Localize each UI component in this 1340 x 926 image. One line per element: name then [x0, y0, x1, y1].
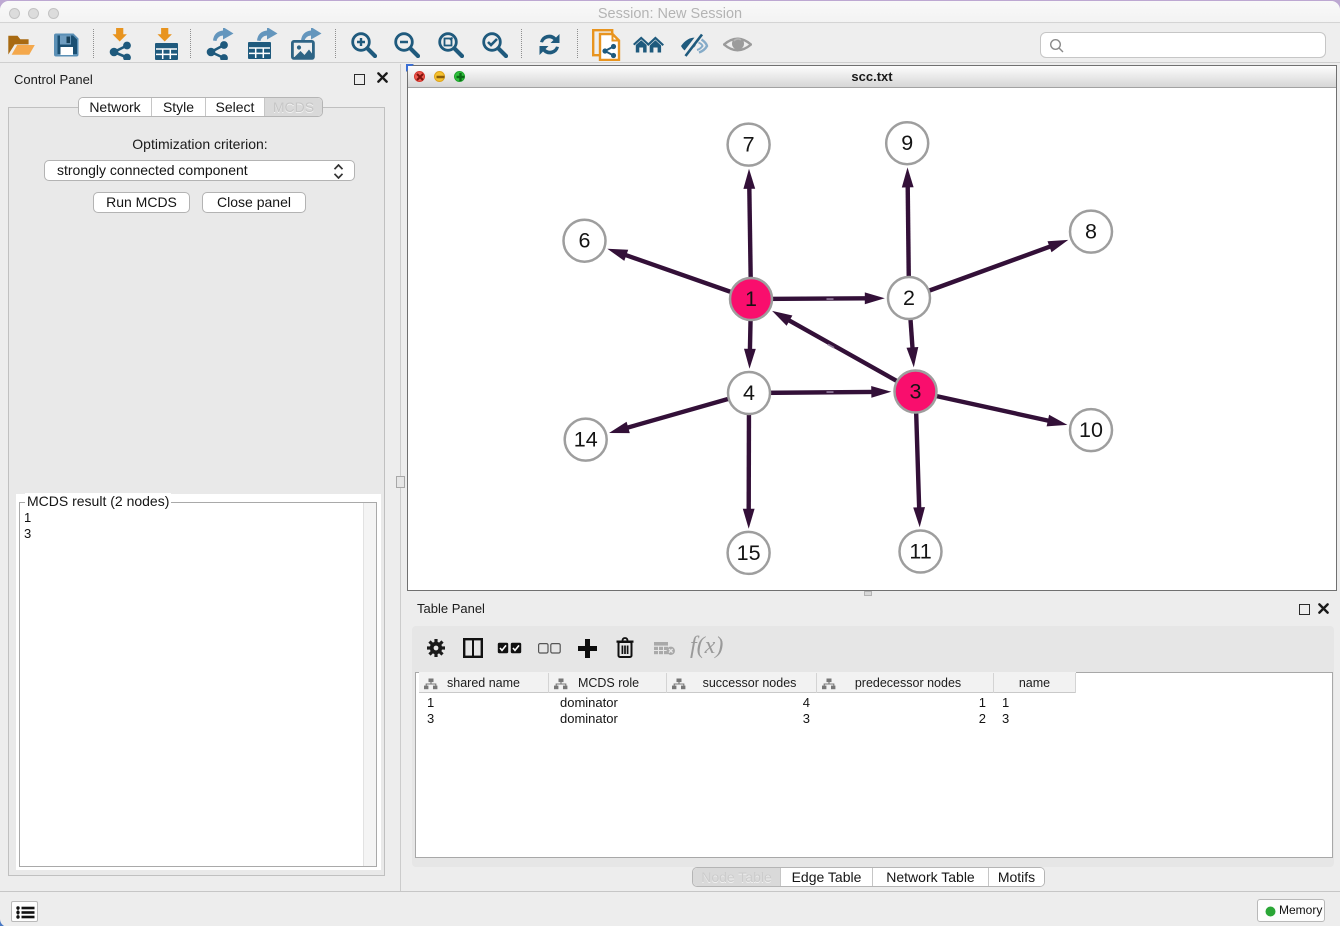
svg-text:2: 2	[903, 286, 915, 310]
svg-text:10: 10	[1079, 418, 1103, 442]
svg-text:6: 6	[579, 229, 591, 253]
svg-text:3: 3	[910, 380, 922, 404]
svg-text:11: 11	[909, 540, 931, 564]
svg-text:7: 7	[743, 133, 755, 157]
svg-text:4: 4	[743, 381, 755, 405]
svg-text:8: 8	[1085, 220, 1097, 244]
svg-text:1: 1	[745, 287, 757, 311]
svg-text:14: 14	[574, 428, 598, 452]
svg-text:15: 15	[737, 541, 761, 565]
svg-text:9: 9	[901, 131, 913, 155]
